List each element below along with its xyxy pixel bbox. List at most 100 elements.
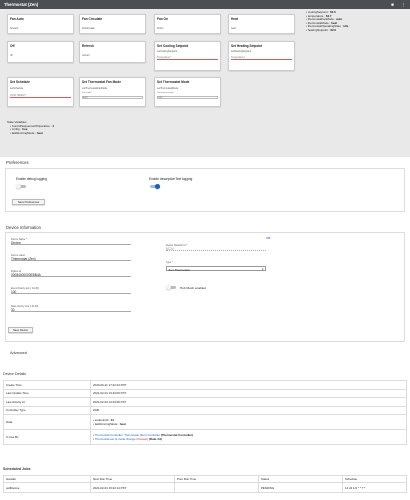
device-name-input[interactable]: Device	[11, 241, 131, 246]
table-row: Controller Type ZGB	[3, 405, 407, 415]
detail-value: 2020-06-21 17:22:24 PDT	[90, 380, 407, 390]
state-history-input[interactable]: 30	[11, 308, 131, 313]
detail-label: In Use By	[3, 429, 91, 445]
table-row: pollDevice 2021-02-04 15:22:14 PST PENDI…	[3, 482, 407, 493]
debug-logging-label: Enable debug logging	[16, 177, 47, 181]
type-select[interactable]: Zen Thermostat ▾	[166, 266, 266, 272]
device-label-input[interactable]: Thermostat (Zen)	[11, 257, 131, 262]
event-history-field[interactable]: Event history size ( 10-30) 100	[11, 287, 131, 295]
table-header-row: Handler Next Run Time Prev Run Time Stat…	[3, 475, 407, 483]
state-variable-item: • lastRunningMode : heat	[10, 130, 43, 135]
event-history-input[interactable]: 100	[11, 290, 131, 295]
state-variables: State Variables • ControlSequenceOfOpera…	[7, 120, 207, 135]
table-row: Last Activity At 2021-02-04 13:43:06 PST	[3, 397, 407, 407]
type-select-value: Zen Thermostat	[168, 267, 190, 272]
field-label: Thermostat mode*	[157, 92, 175, 94]
command-heat[interactable]: Heat heat	[228, 14, 295, 34]
command-refresh[interactable]: Refresh refresh	[79, 41, 146, 63]
description-logging-toggle[interactable]	[150, 183, 160, 190]
scheduled-jobs-table: Handler Next Run Time Prev Run Time Stat…	[3, 475, 407, 493]
command-fan-auto[interactable]: Fan Auto fanAuto	[7, 14, 74, 34]
title-bar: Thermostat (Zen) ■ ⋮	[0, 0, 410, 9]
command-name: setThermostatFanMode	[82, 87, 108, 90]
detail-value: ZGB	[90, 405, 407, 415]
command-title: Set Thermostat Fan Mode	[82, 80, 121, 84]
command-name: refresh	[82, 54, 90, 57]
device-name-field[interactable]: Device Name * Device	[11, 238, 131, 246]
type-field[interactable]: Type *	[166, 261, 266, 264]
in-use-link[interactable]: Thermostat set pt mode change	[95, 437, 136, 441]
device-network-id-input[interactable]: 6C24	[166, 247, 266, 252]
device-details-table: Create Time 2020-06-21 17:22:24 PDT Last…	[3, 380, 407, 445]
command-title: Set Schedule	[10, 80, 31, 84]
zigbee-id-field[interactable]: Zigbee Id 00084000000EBB4A	[11, 270, 131, 278]
detail-value: 2021-02-04 13:43:06 PST	[90, 397, 407, 407]
command-title: Fan Circulate	[82, 17, 103, 21]
menu-icon[interactable]: ⋮	[401, 2, 406, 7]
temperature-input[interactable]: Temperature*	[157, 57, 218, 61]
zigbee-id-input[interactable]: 00084000000EBB4A	[11, 273, 131, 278]
data-item: • lastRunningMode : heat	[93, 422, 126, 426]
command-title: Set Heating Setpoint	[231, 44, 263, 48]
preferences-panel	[5, 168, 405, 212]
field-label: Type *	[166, 261, 173, 264]
detail-value: 2021-02-04 13:43:06 PST	[90, 388, 407, 398]
device-network-id-field[interactable]: Device Network Id * 6C24	[166, 244, 266, 252]
detail-label: Data	[3, 414, 91, 430]
table-row: In Use By • Thermostat Controller: Therm…	[3, 429, 407, 445]
command-title: Fan Auto	[10, 17, 24, 21]
command-fan-circulate[interactable]: Fan Circulate fanCirculate	[79, 14, 146, 34]
detail-value: • endpointId : 01 • lastRunningMode : he…	[90, 414, 407, 430]
detail-label: Create Time	[3, 380, 91, 390]
json-input[interactable]: JSON OBJECT	[10, 95, 71, 99]
hub-mesh-toggle[interactable]	[166, 284, 176, 291]
device-id-link[interactable]: 485	[266, 237, 270, 240]
command-set-cooling-setpoint[interactable]: Set Cooling Setpoint setCoolingSetpoint …	[154, 41, 221, 71]
chevron-down-icon: ▾	[262, 267, 264, 272]
device-information-heading: Device Information	[6, 225, 41, 230]
advanced-heading[interactable]: Advanced	[10, 351, 27, 355]
toggle-knob	[154, 183, 160, 190]
save-device-button[interactable]: Save Device	[8, 327, 33, 333]
field-label: Fan mode*	[82, 92, 93, 94]
job-status: PENDING	[258, 482, 343, 493]
command-title: Set Thermostat Mode	[157, 80, 190, 84]
device-label-field[interactable]: Device Label Thermostat (Zen)	[11, 254, 131, 262]
command-name: setThermostatMode	[157, 87, 179, 90]
command-set-heating-setpoint[interactable]: Set Heating Setpoint setHeatingSetpoint …	[228, 41, 295, 71]
command-fan-on[interactable]: Fan On fanOn	[154, 14, 221, 34]
description-logging-label: Enable descriptionText logging	[149, 177, 193, 181]
device-icon[interactable]: ■	[390, 2, 395, 7]
column-header: Next Run Time	[90, 475, 175, 483]
command-set-thermostat-fan-mode[interactable]: Set Thermostat Fan Mode setThermostatFan…	[79, 77, 146, 107]
command-name: setSchedule	[10, 87, 24, 90]
page-title: Thermostat (Zen)	[4, 2, 39, 7]
state-item: • heatingSetpoint : 62.6	[306, 27, 336, 32]
command-set-thermostat-mode[interactable]: Set Thermostat Mode setThermostatMode Th…	[154, 77, 221, 107]
state-history-field[interactable]: State history size ( 10-30) 30	[11, 305, 131, 313]
command-name: fanAuto	[10, 27, 19, 30]
detail-label: Last Update Time	[3, 388, 91, 398]
job-handler: pollDevice	[3, 482, 91, 493]
debug-logging-toggle[interactable]	[16, 183, 26, 190]
fan-mode-select[interactable]: auto	[82, 95, 143, 99]
command-name: heat	[231, 27, 236, 30]
temperature-input[interactable]: Temperature*	[231, 57, 292, 61]
command-name: setCoolingSetpoint	[157, 50, 178, 53]
current-states: • coolingSetpoint : 62.6 • temperature :…	[306, 10, 406, 32]
thermostat-mode-select[interactable]: cool	[157, 95, 218, 99]
job-prev-run	[174, 482, 259, 493]
table-row: Create Time 2020-06-21 17:22:24 PDT	[3, 380, 407, 390]
command-name: setHeatingSetpoint	[231, 50, 252, 53]
table-row: Data • endpointId : 01 • lastRunningMode…	[3, 414, 407, 430]
command-set-schedule[interactable]: Set Schedule setSchedule JSON OBJECT	[7, 77, 74, 107]
command-off[interactable]: Off off	[7, 41, 74, 63]
job-schedule: 14 22 1/2 * * ? *	[342, 482, 407, 493]
table-row: Last Update Time 2021-02-04 13:43:06 PST	[3, 388, 407, 398]
save-preferences-button[interactable]: Save Preferences	[12, 199, 45, 205]
column-header: Prev Run Time	[174, 475, 259, 483]
command-title: Heat	[231, 17, 238, 21]
column-header: Handler	[3, 475, 91, 483]
hub-mesh-label: Hub Mesh enabled	[180, 286, 206, 290]
column-header: Schedule	[342, 475, 407, 483]
